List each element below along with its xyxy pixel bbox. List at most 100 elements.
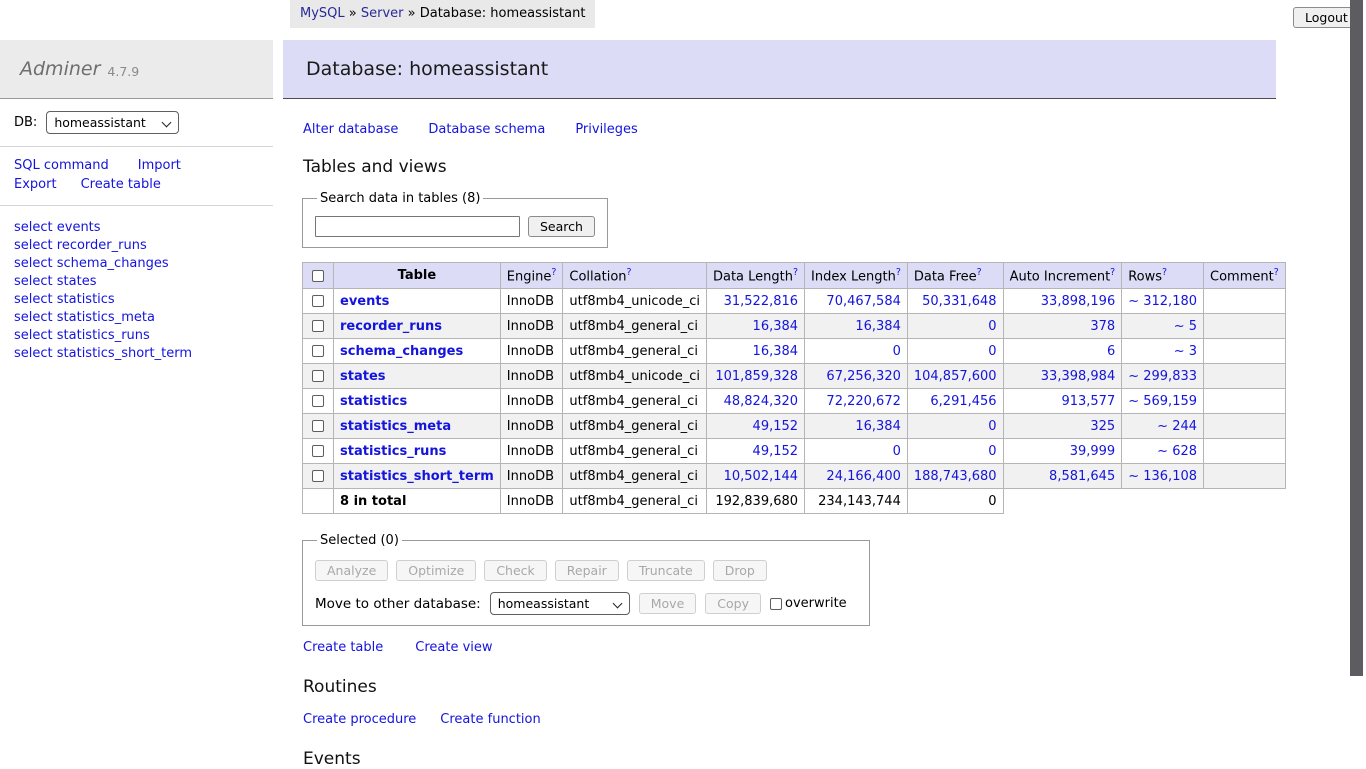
sidebar-table-link[interactable]: select statistics_meta xyxy=(14,309,192,327)
search-input[interactable] xyxy=(315,216,520,237)
data-length-cell-link[interactable]: 49,152 xyxy=(753,419,799,434)
search-button[interactable]: Search xyxy=(528,216,595,237)
scrollbar-track[interactable] xyxy=(1350,0,1366,768)
column-help-icon[interactable]: ? xyxy=(1110,267,1115,278)
sidebar-table-link[interactable]: select events xyxy=(14,219,192,237)
column-help-icon[interactable]: ? xyxy=(896,267,901,278)
data-free-cell-link[interactable]: 188,743,680 xyxy=(914,469,997,484)
data-length-cell-link[interactable]: 101,859,328 xyxy=(715,369,798,384)
breadcrumb-link[interactable]: Server xyxy=(361,6,404,21)
check-button[interactable]: Check xyxy=(484,560,547,581)
repair-button[interactable]: Repair xyxy=(554,560,619,581)
index-length-cell-link[interactable]: 0 xyxy=(893,344,901,359)
data-length-cell-link[interactable]: 10,502,144 xyxy=(724,469,798,484)
row-checkbox[interactable] xyxy=(312,345,324,357)
sidebar-table-link[interactable]: select states xyxy=(14,273,192,291)
breadcrumb-link[interactable]: MySQL xyxy=(300,6,345,21)
truncate-button[interactable]: Truncate xyxy=(626,560,705,581)
move-button[interactable]: Move xyxy=(638,593,697,614)
optimize-button[interactable]: Optimize xyxy=(396,560,477,581)
data-length-cell-link[interactable]: 16,384 xyxy=(753,319,799,334)
sidebar-table-link[interactable]: select recorder_runs xyxy=(14,237,192,255)
auto-increment-cell-link[interactable]: 913,577 xyxy=(1061,394,1115,409)
data-length-cell-link[interactable]: 16,384 xyxy=(753,344,799,359)
index-length-cell-link[interactable]: 72,220,672 xyxy=(826,394,900,409)
table-name-link[interactable]: states xyxy=(340,369,386,384)
sidebar-action-link[interactable]: Export xyxy=(14,177,57,192)
rows-cell-link[interactable]: ~ 5 xyxy=(1174,319,1197,334)
table-name-link[interactable]: events xyxy=(340,294,389,309)
sidebar-action-link[interactable]: Import xyxy=(138,158,181,173)
rows-cell-link[interactable]: ~ 299,833 xyxy=(1128,369,1197,384)
index-length-cell-link[interactable]: 67,256,320 xyxy=(826,369,900,384)
database-action-link[interactable]: Alter database xyxy=(303,122,398,137)
drop-button[interactable]: Drop xyxy=(712,560,767,581)
column-help-icon[interactable]: ? xyxy=(551,267,556,278)
index-length-cell-link[interactable]: 24,166,400 xyxy=(826,469,900,484)
row-checkbox[interactable] xyxy=(312,370,324,382)
routine-create-link[interactable]: Create procedure xyxy=(303,712,416,727)
data-length-cell-link[interactable]: 31,522,816 xyxy=(724,294,798,309)
row-checkbox[interactable] xyxy=(312,420,324,432)
index-length-cell-link[interactable]: 70,467,584 xyxy=(826,294,900,309)
rows-cell-link[interactable]: ~ 244 xyxy=(1157,419,1197,434)
rows-cell-link[interactable]: ~ 628 xyxy=(1157,444,1197,459)
move-db-select[interactable]: homeassistant xyxy=(489,592,630,615)
index-length-cell-link[interactable]: 16,384 xyxy=(855,419,901,434)
rows-cell-link[interactable]: ~ 569,159 xyxy=(1128,394,1197,409)
data-free-cell-link[interactable]: 0 xyxy=(988,444,996,459)
rows-cell-link[interactable]: ~ 3 xyxy=(1174,344,1197,359)
index-length-cell-link[interactable]: 0 xyxy=(893,444,901,459)
row-checkbox[interactable] xyxy=(312,395,324,407)
overwrite-checkbox[interactable] xyxy=(769,597,782,610)
scrollbar-thumb[interactable] xyxy=(1350,0,1363,676)
table-name-link[interactable]: schema_changes xyxy=(340,344,463,359)
row-checkbox[interactable] xyxy=(312,445,324,457)
row-checkbox[interactable] xyxy=(312,320,324,332)
row-checkbox[interactable] xyxy=(312,470,324,482)
table-name-link[interactable]: statistics_meta xyxy=(340,419,451,434)
data-free-cell-link[interactable]: 50,331,648 xyxy=(922,294,996,309)
create-link[interactable]: Create table xyxy=(303,640,383,655)
table-name-link[interactable]: recorder_runs xyxy=(340,319,442,334)
rows-cell-link[interactable]: ~ 312,180 xyxy=(1128,294,1197,309)
sidebar-table-link[interactable]: select statistics_short_term xyxy=(14,345,192,363)
auto-increment-cell-link[interactable]: 378 xyxy=(1090,319,1115,334)
column-help-icon[interactable]: ? xyxy=(1274,267,1279,278)
column-help-icon[interactable]: ? xyxy=(793,267,798,278)
column-help-icon[interactable]: ? xyxy=(977,267,982,278)
auto-increment-cell-link[interactable]: 33,898,196 xyxy=(1041,294,1115,309)
sidebar-table-link[interactable]: select schema_changes xyxy=(14,255,192,273)
sidebar-table-link[interactable]: select statistics_runs xyxy=(14,327,192,345)
analyze-button[interactable]: Analyze xyxy=(315,560,389,581)
create-link[interactable]: Create view xyxy=(415,640,492,655)
auto-increment-cell-link[interactable]: 6 xyxy=(1107,344,1115,359)
index-length-cell-link[interactable]: 16,384 xyxy=(855,319,901,334)
auto-increment-cell-link[interactable]: 8,581,645 xyxy=(1049,469,1115,484)
sidebar-table-link[interactable]: select statistics xyxy=(14,291,192,309)
column-help-icon[interactable]: ? xyxy=(1162,267,1167,278)
rows-cell-link[interactable]: ~ 136,108 xyxy=(1128,469,1197,484)
auto-increment-cell-link[interactable]: 325 xyxy=(1090,419,1115,434)
table-name-link[interactable]: statistics xyxy=(340,394,407,409)
data-free-cell-link[interactable]: 104,857,600 xyxy=(914,369,997,384)
data-free-cell-link[interactable]: 6,291,456 xyxy=(930,394,996,409)
table-name-link[interactable]: statistics_runs xyxy=(340,444,446,459)
sidebar-action-link[interactable]: Create table xyxy=(81,177,161,192)
select-all-checkbox[interactable] xyxy=(312,269,324,282)
data-free-cell-link[interactable]: 0 xyxy=(988,344,996,359)
routine-create-link[interactable]: Create function xyxy=(440,712,540,727)
row-checkbox[interactable] xyxy=(312,295,324,307)
database-action-link[interactable]: Privileges xyxy=(575,122,638,137)
sidebar-action-link[interactable]: SQL command xyxy=(14,158,109,173)
data-length-cell-link[interactable]: 48,824,320 xyxy=(724,394,798,409)
data-length-cell-link[interactable]: 49,152 xyxy=(753,444,799,459)
auto-increment-cell-link[interactable]: 33,398,984 xyxy=(1041,369,1115,384)
column-help-icon[interactable]: ? xyxy=(627,267,632,278)
data-free-cell-link[interactable]: 0 xyxy=(988,319,996,334)
database-action-link[interactable]: Database schema xyxy=(428,122,545,137)
data-free-cell-link[interactable]: 0 xyxy=(988,419,996,434)
copy-button[interactable]: Copy xyxy=(705,593,761,614)
table-name-link[interactable]: statistics_short_term xyxy=(340,469,494,484)
db-select[interactable]: homeassistant xyxy=(46,111,180,134)
